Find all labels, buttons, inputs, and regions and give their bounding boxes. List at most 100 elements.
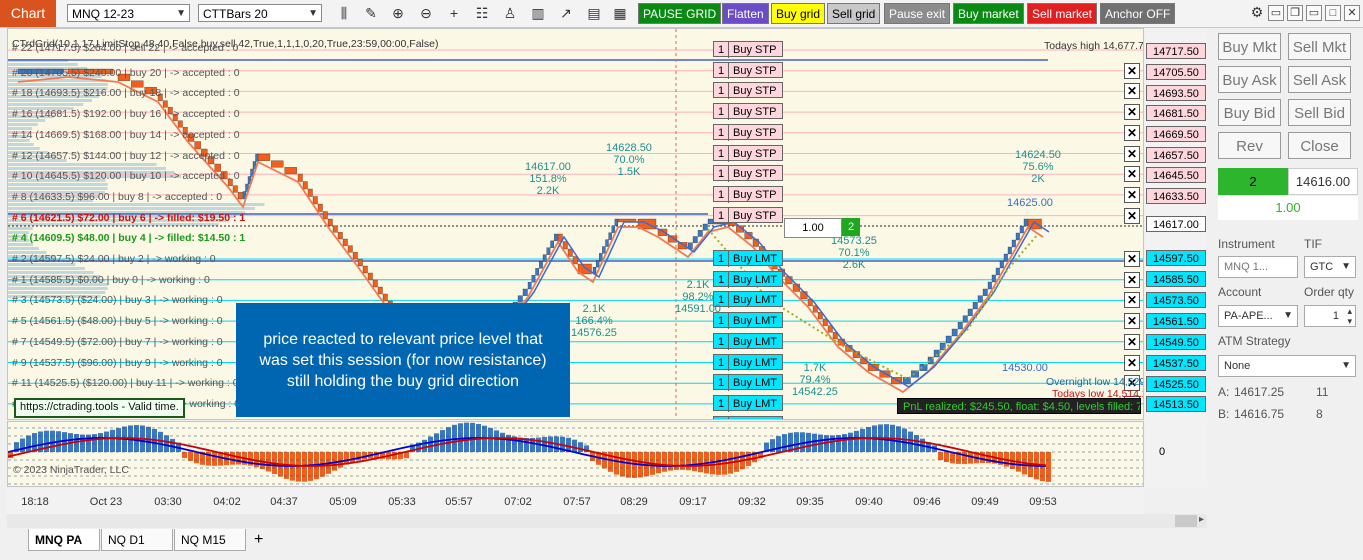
price-axis[interactable]: 14717.50 14705.50 14693.50 14681.50 14669.50…	[1145, 28, 1207, 420]
order-qty-input[interactable]: 1 ▴ ▾	[1304, 305, 1356, 327]
volume-profile-bar	[8, 83, 108, 86]
bar-type-select[interactable]: CTTBars 20 ▼	[198, 4, 322, 22]
sell-bid-button[interactable]: Sell Bid	[1288, 99, 1351, 126]
buy-stop-order-tag[interactable]: 1 Buy STP	[713, 61, 783, 79]
restore-icon[interactable]: ❐	[1287, 5, 1303, 21]
buy-limit-order-tag[interactable]: 1Buy LMT	[713, 250, 783, 267]
order-qty: 1	[714, 416, 729, 419]
close-position-button[interactable]: Close	[1288, 132, 1351, 159]
indicator-panel[interactable]: © 2023 NinjaTrader, LLC	[7, 421, 1144, 487]
buy-stop-order-tag[interactable]: 1 Buy STP	[713, 206, 783, 224]
tif-select[interactable]: GTC ▼	[1304, 256, 1356, 278]
tab-nq-d1[interactable]: NQ D1	[101, 529, 173, 551]
cancel-order-icon[interactable]: ✕	[1124, 62, 1140, 79]
buy-market-button[interactable]: Buy Mkt	[1218, 33, 1281, 60]
close-icon[interactable]: ✕	[1344, 5, 1360, 21]
cancel-order-icon[interactable]: ✕	[1124, 83, 1140, 100]
histogram-bar	[662, 452, 667, 472]
sell-grid-button[interactable]: Sell grid	[827, 3, 881, 24]
anchor-off-button[interactable]: Anchor OFF	[1100, 3, 1176, 24]
instrument-field[interactable]: MNQ 1...	[1218, 256, 1298, 278]
horizontal-scrollbar[interactable]: ▸	[7, 514, 1207, 528]
strategies-icon[interactable]: ♙	[501, 4, 519, 22]
price-label: 14573.50	[1146, 292, 1206, 308]
buy-stop-order-tag[interactable]: 1 Buy STP	[713, 144, 783, 162]
cancel-order-icon[interactable]: ✕	[1124, 104, 1140, 121]
instrument-select[interactable]: MNQ 12-23 ▼	[67, 4, 190, 22]
buy-stop-order-tag[interactable]: 1 Buy STP	[713, 82, 783, 100]
indicators-icon[interactable]: ▥	[529, 4, 547, 22]
time-label: 09:32	[738, 496, 766, 508]
minimize-icon[interactable]: ▭	[1268, 5, 1284, 21]
buy-limit-order-tag[interactable]: 1Buy LMT	[713, 374, 783, 392]
chart-tab[interactable]: Chart	[0, 0, 56, 27]
properties-icon[interactable]: ☷	[473, 4, 491, 22]
position-qty-box[interactable]: 1.00	[784, 218, 842, 238]
reverse-button[interactable]: Rev	[1218, 132, 1281, 159]
cancel-order-icon[interactable]: ✕	[1124, 333, 1140, 350]
pause-exit-button[interactable]: Pause exit	[884, 3, 951, 24]
renko-brick	[347, 245, 353, 253]
renko-brick	[357, 258, 363, 267]
atm-strategy-select[interactable]: None ▼	[1218, 355, 1356, 377]
cancel-order-icon[interactable]: ✕	[1124, 251, 1140, 267]
sell-ask-button[interactable]: Sell Ask	[1288, 66, 1351, 93]
sell-market-button[interactable]: Sell market	[1027, 3, 1098, 24]
time-axis[interactable]: 18:18 Oct 23 03:30 04:02 04:37 05:09 05:33 05:5…	[7, 488, 1144, 516]
maximize-icon[interactable]: □	[1325, 5, 1341, 21]
buy-ask-button[interactable]: Buy Ask	[1218, 66, 1281, 93]
scroll-right-icon[interactable]: ▸	[1199, 514, 1204, 525]
renko-brick	[332, 225, 338, 233]
pause-grid-button[interactable]: PAUSE GRID	[638, 3, 722, 24]
cancel-order-icon[interactable]: ✕	[1124, 124, 1140, 141]
price-chart[interactable]: CTrdGrid(10,1,17,LimitStop,48,40,False,b…	[7, 28, 1144, 420]
buy-grid-button[interactable]: Buy grid	[771, 3, 826, 24]
cancel-order-icon[interactable]: ✕	[1124, 166, 1140, 183]
restore-icon[interactable]: ▭	[1306, 5, 1322, 21]
cancel-order-icon[interactable]: ✕	[1124, 313, 1140, 330]
cancel-order-icon[interactable]: ✕	[1124, 271, 1140, 288]
price-label: 14617.00	[1146, 216, 1206, 232]
tab-mnq-pa[interactable]: MNQ PA	[28, 529, 100, 551]
account-select[interactable]: PA-APE... ▼	[1218, 305, 1298, 327]
zoom-out-icon[interactable]: ⊖	[417, 4, 435, 22]
buy-stop-order-tag[interactable]: 1 Buy STP	[713, 103, 783, 121]
volume-profile-bar	[8, 207, 255, 210]
buy-stop-order-tag[interactable]: 1 Buy STP	[713, 165, 783, 183]
settings-icon[interactable]: ⚙	[1249, 5, 1265, 21]
cancel-order-icon[interactable]: ✕	[1124, 354, 1140, 371]
time-label: 09:46	[913, 496, 941, 508]
add-tab-button[interactable]: +	[248, 529, 268, 551]
cancel-order-icon[interactable]: ✕	[1124, 145, 1140, 162]
buy-limit-order-tag[interactable]: 1Buy LMT	[713, 394, 783, 412]
template-icon[interactable]: ▤	[585, 4, 603, 22]
buy-market-button[interactable]: Buy market	[953, 3, 1024, 24]
tab-nq-m15[interactable]: NQ M15	[174, 529, 246, 551]
renko-brick	[312, 196, 318, 205]
order-qty: 1	[714, 62, 729, 79]
buy-stop-order-tag[interactable]: 1 Buy STP	[713, 41, 783, 58]
sell-market-button[interactable]: Sell Mkt	[1288, 33, 1351, 60]
pencil-icon[interactable]: ✎	[362, 4, 380, 22]
zoom-in-icon[interactable]: ⊕	[389, 4, 407, 22]
crosshair-icon[interactable]: +	[445, 4, 463, 22]
flatten-button[interactable]: Flatten	[722, 3, 769, 24]
time-label: 09:40	[855, 496, 883, 508]
order-type: Buy LMT	[733, 397, 778, 410]
stepper-icon[interactable]: ▴ ▾	[1347, 306, 1352, 326]
cancel-order-icon[interactable]: ✕	[1124, 186, 1140, 203]
template-icon[interactable]: ▦	[611, 4, 629, 22]
buy-limit-order-tag[interactable]: 1Buy LMT	[713, 332, 783, 350]
bar-style-icon[interactable]: ⫼	[335, 4, 353, 22]
buy-limit-order-tag[interactable]: 1Buy LMT	[713, 353, 783, 371]
buy-stop-order-tag[interactable]: 1 Buy STP	[713, 185, 783, 203]
chevron-down-icon: ▼	[1283, 310, 1293, 321]
data-box-icon[interactable]: ↗	[557, 4, 575, 22]
buy-limit-order-tag[interactable]: 1Buy LMT	[713, 415, 783, 419]
buy-stop-order-tag[interactable]: 1 Buy STP	[713, 123, 783, 141]
cancel-order-icon[interactable]: ✕	[1124, 207, 1140, 224]
time-label: 05:09	[329, 496, 357, 508]
cancel-order-icon[interactable]: ✕	[1124, 292, 1140, 309]
buy-bid-button[interactable]: Buy Bid	[1218, 99, 1281, 126]
scrollbar-thumb[interactable]	[1175, 515, 1197, 527]
